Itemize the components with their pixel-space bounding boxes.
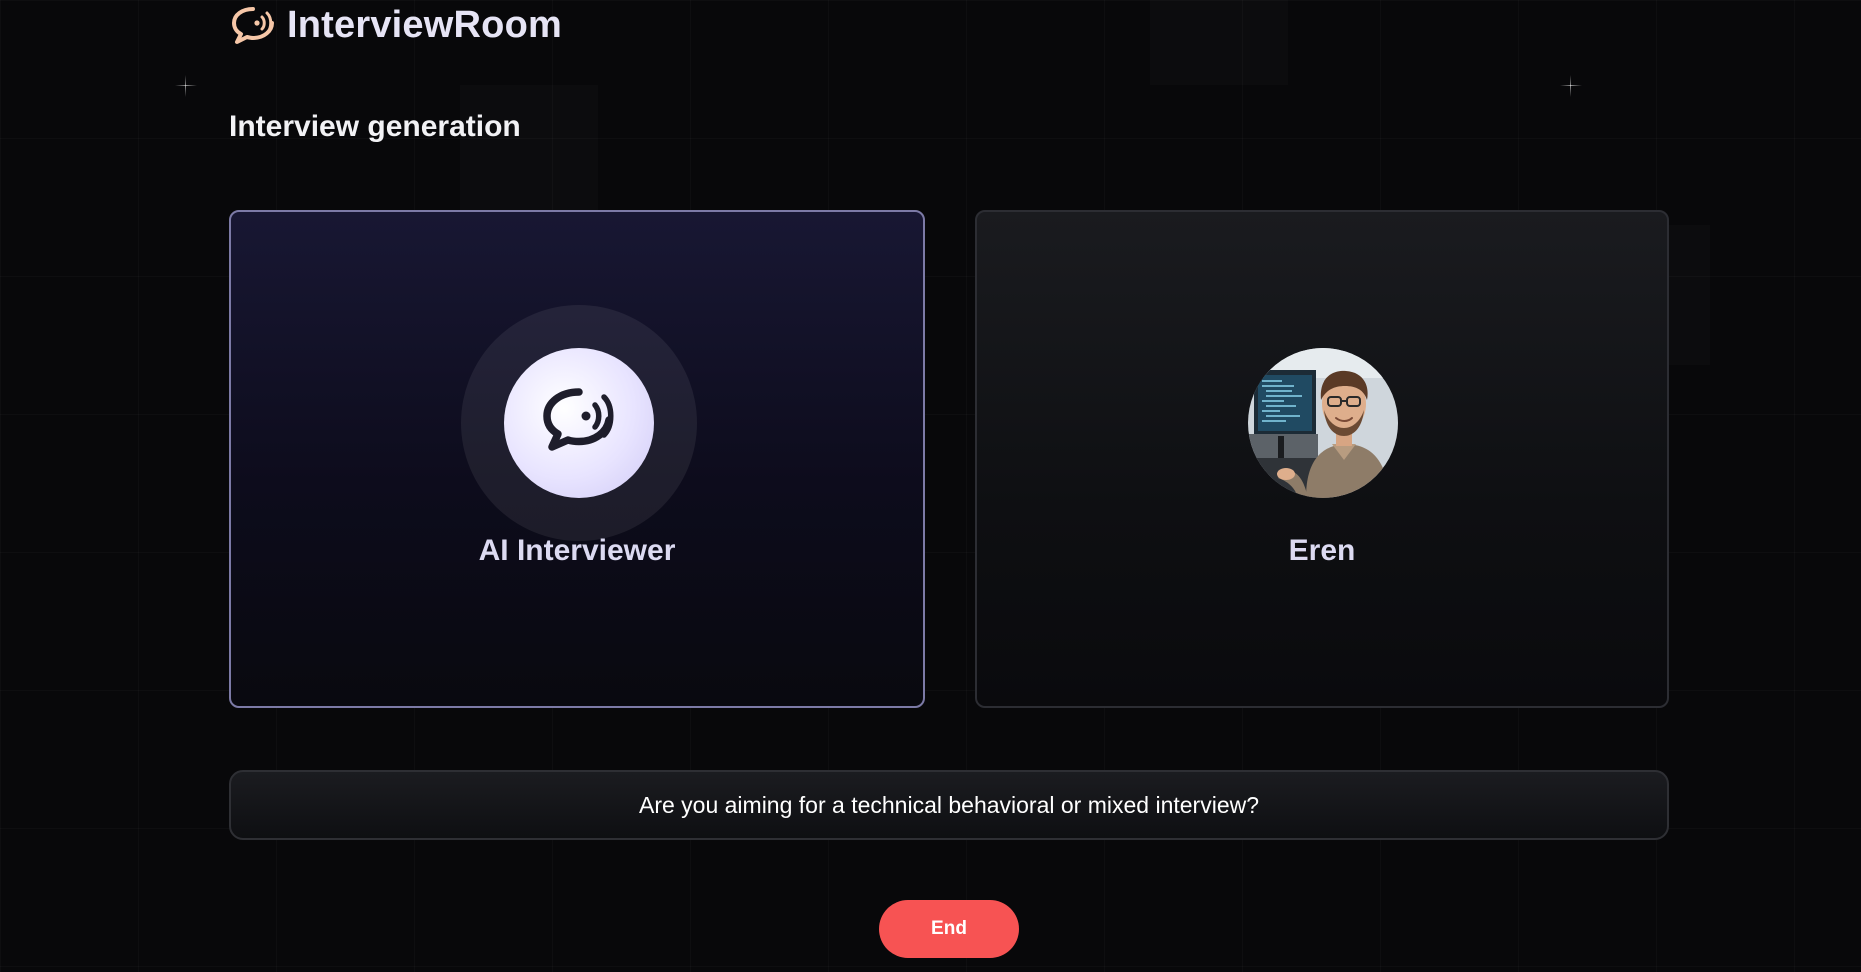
ai-interviewer-card: AI Interviewer [229,210,925,708]
sparkle-decoration [1560,75,1582,97]
transcript-message: Are you aiming for a technical behaviora… [638,791,1260,818]
background-tile [460,85,598,210]
app-name: InterviewRoom [287,4,562,46]
interview-page: InterviewRoom Interview generation AI In… [0,0,1861,972]
user-avatar [1248,348,1398,498]
app-header: InterviewRoom [229,4,562,47]
interviewer-name: AI Interviewer [478,534,676,567]
ai-avatar [504,348,654,498]
chat-bubble-signal-icon [537,384,621,463]
page-title: Interview generation [229,110,521,143]
end-call-button[interactable]: End [879,900,1019,958]
background-tile [1150,0,1288,85]
sparkle-decoration [175,75,197,97]
chat-bubble-signal-icon [229,5,277,47]
user-name: Eren [1288,534,1356,567]
user-card: Eren [975,210,1669,708]
transcript-box: Are you aiming for a technical behaviora… [229,770,1669,840]
